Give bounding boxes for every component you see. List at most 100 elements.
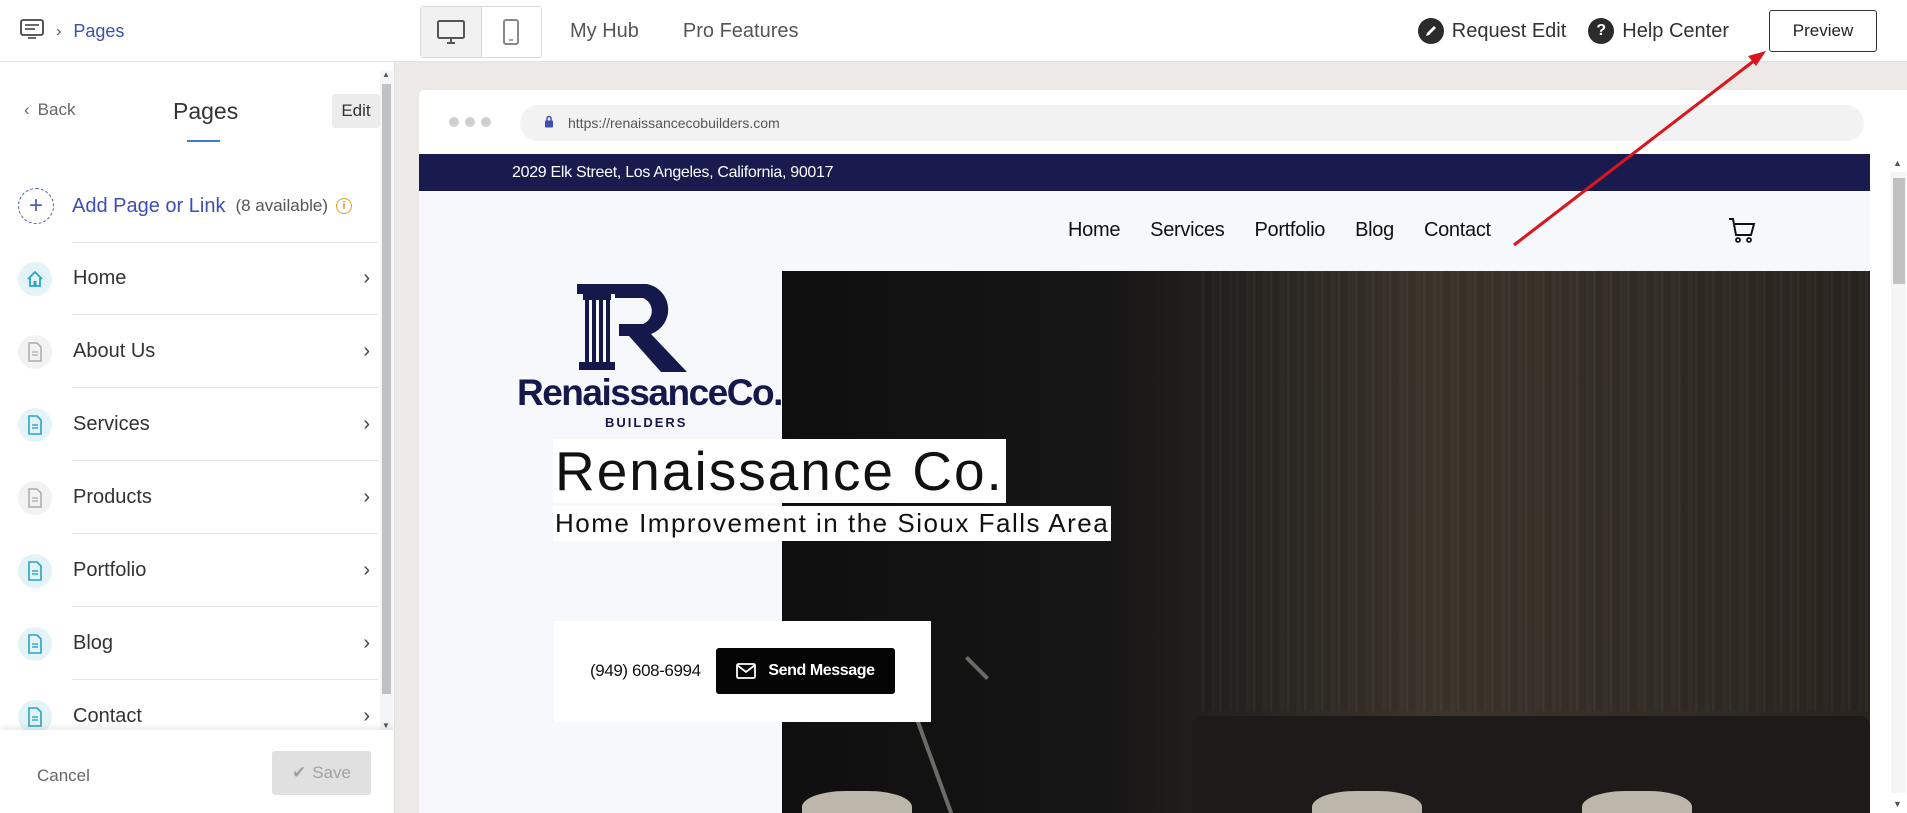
browser-bar: https://renaissancecobuilders.com bbox=[419, 90, 1907, 154]
hero-subtitle: Home Improvement in the Sioux Falls Area bbox=[553, 506, 1112, 541]
url-bar: https://renaissancecobuilders.com bbox=[520, 105, 1864, 141]
chevron-right-icon: › bbox=[363, 267, 370, 289]
pencil-icon bbox=[1417, 18, 1444, 44]
address-bar-strip: 2029 Elk Street, Los Angeles, California… bbox=[419, 154, 1870, 191]
breadcrumb-pages[interactable]: Pages bbox=[73, 21, 124, 42]
chevron-right-icon: › bbox=[363, 413, 370, 435]
mobile-icon bbox=[503, 19, 520, 45]
chevron-right-icon: › bbox=[363, 486, 370, 508]
send-message-button[interactable]: Send Message bbox=[716, 648, 895, 694]
chevron-right-icon: › bbox=[56, 22, 62, 40]
add-page-button[interactable]: + Add Page or Link (8 available) i bbox=[18, 188, 353, 224]
scroll-down-icon[interactable]: ▼ bbox=[1893, 799, 1902, 809]
desktop-icon bbox=[436, 20, 465, 44]
sidebar-item-home[interactable]: Home › bbox=[0, 242, 378, 315]
title-underline bbox=[187, 140, 220, 142]
page-icon bbox=[18, 699, 52, 734]
page-list: Home › About Us › Services › Products › … bbox=[0, 242, 378, 753]
preview-scrollbar[interactable]: ▲ ▼ bbox=[1870, 154, 1907, 813]
nav-my-hub[interactable]: My Hub bbox=[570, 20, 639, 43]
site-nav: Home Services Portfolio Blog Contact bbox=[1068, 219, 1491, 242]
sidebar-scrollbar[interactable]: ▲ ▼ bbox=[380, 70, 393, 730]
add-icon: + bbox=[18, 188, 54, 224]
page-icon bbox=[18, 553, 52, 588]
chevron-right-icon: › bbox=[363, 705, 370, 727]
sidebar-item-label: Contact bbox=[73, 705, 142, 727]
lock-icon bbox=[544, 115, 554, 131]
chevron-right-icon: › bbox=[363, 632, 370, 654]
help-center-button[interactable]: ? Help Center bbox=[1588, 18, 1729, 44]
save-button[interactable]: ✔ Save bbox=[272, 751, 371, 795]
logo-tagline: BUILDERS bbox=[605, 415, 688, 430]
hero-title: Renaissance Co. bbox=[553, 439, 1006, 503]
chevron-right-icon: › bbox=[363, 559, 370, 581]
save-label: Save bbox=[312, 763, 351, 782]
hero-image bbox=[782, 271, 1870, 813]
breadcrumb: › Pages bbox=[20, 19, 124, 44]
sidebar-item-label: Home bbox=[73, 267, 127, 289]
scrollbar-thumb[interactable] bbox=[382, 84, 391, 694]
back-button[interactable]: ‹ Back bbox=[24, 100, 75, 120]
site-nav-home[interactable]: Home bbox=[1068, 219, 1120, 242]
sidebar-item-blog[interactable]: Blog › bbox=[0, 607, 378, 680]
scrollbar-thumb[interactable] bbox=[1893, 178, 1905, 284]
site-nav-blog[interactable]: Blog bbox=[1355, 219, 1394, 242]
desktop-view-button[interactable] bbox=[421, 7, 482, 57]
page-icon bbox=[18, 626, 52, 661]
check-icon: ✔ bbox=[292, 763, 307, 782]
site-nav-services[interactable]: Services bbox=[1150, 219, 1225, 242]
back-label: Back bbox=[37, 100, 76, 119]
info-icon[interactable]: i bbox=[336, 198, 353, 214]
chevron-right-icon: › bbox=[363, 340, 370, 362]
sidebar-title: Pages bbox=[173, 98, 239, 124]
site-nav-portfolio[interactable]: Portfolio bbox=[1254, 219, 1325, 242]
site-preview-frame: https://renaissancecobuilders.com 2029 E… bbox=[419, 90, 1907, 813]
help-center-label: Help Center bbox=[1622, 19, 1729, 42]
site-logo[interactable]: RenaissanceCo. BUILDERS bbox=[517, 284, 793, 434]
scroll-down-icon[interactable]: ▼ bbox=[382, 721, 390, 730]
pages-sidebar: ‹ Back Pages Edit + Add Page or Link (8 … bbox=[0, 62, 395, 813]
sidebar-item-label: About Us bbox=[73, 340, 156, 362]
top-nav: My Hub Pro Features bbox=[570, 20, 799, 43]
page-icon bbox=[18, 334, 52, 369]
page-icon bbox=[18, 407, 52, 442]
request-edit-label: Request Edit bbox=[1451, 19, 1567, 42]
request-edit-button[interactable]: Request Edit bbox=[1417, 18, 1567, 44]
top-toolbar: › Pages My Hub Pro Features Request Edit… bbox=[0, 0, 1907, 62]
contact-cta-box: (949) 608-6994 Send Message bbox=[554, 621, 931, 722]
window-dots bbox=[449, 117, 491, 127]
nav-pro-features[interactable]: Pro Features bbox=[683, 20, 799, 43]
sidebar-item-services[interactable]: Services › bbox=[0, 388, 378, 461]
url-text: https://renaissancecobuilders.com bbox=[568, 115, 780, 131]
site-nav-contact[interactable]: Contact bbox=[1424, 219, 1491, 242]
sidebar-item-portfolio[interactable]: Portfolio › bbox=[0, 534, 378, 607]
page-icon bbox=[18, 480, 52, 515]
cancel-button[interactable]: Cancel bbox=[37, 766, 90, 786]
pages-menu-icon[interactable] bbox=[20, 19, 44, 44]
sidebar-item-label: Blog bbox=[73, 632, 114, 654]
home-icon bbox=[18, 261, 52, 296]
logo-wordmark: RenaissanceCo. bbox=[517, 372, 783, 413]
send-message-label: Send Message bbox=[768, 662, 875, 679]
sidebar-item-label: Portfolio bbox=[73, 559, 147, 581]
website-preview: 2029 Elk Street, Los Angeles, California… bbox=[419, 154, 1907, 813]
add-page-label: Add Page or Link bbox=[72, 194, 226, 217]
toolbar-actions: Request Edit ? Help Center Preview bbox=[1417, 0, 1907, 62]
preview-button[interactable]: Preview bbox=[1769, 10, 1877, 52]
edit-button[interactable]: Edit bbox=[332, 94, 380, 128]
sidebar-header: ‹ Back Pages Edit bbox=[0, 62, 380, 142]
scroll-up-icon[interactable]: ▲ bbox=[1893, 158, 1902, 168]
device-toggle bbox=[420, 6, 542, 58]
mobile-view-button[interactable] bbox=[482, 7, 542, 57]
sidebar-item-label: Services bbox=[73, 413, 150, 435]
mail-icon bbox=[736, 663, 757, 679]
phone-number[interactable]: (949) 608-6994 bbox=[590, 661, 701, 681]
cart-icon[interactable] bbox=[1727, 215, 1757, 250]
sidebar-item-about-us[interactable]: About Us › bbox=[0, 315, 378, 388]
logo-mark-icon bbox=[577, 284, 687, 372]
chevron-left-icon: ‹ bbox=[24, 100, 30, 119]
help-icon: ? bbox=[1588, 18, 1615, 44]
sidebar-item-products[interactable]: Products › bbox=[0, 461, 378, 534]
sidebar-item-label: Products bbox=[73, 486, 152, 508]
scroll-up-icon[interactable]: ▲ bbox=[382, 70, 390, 79]
